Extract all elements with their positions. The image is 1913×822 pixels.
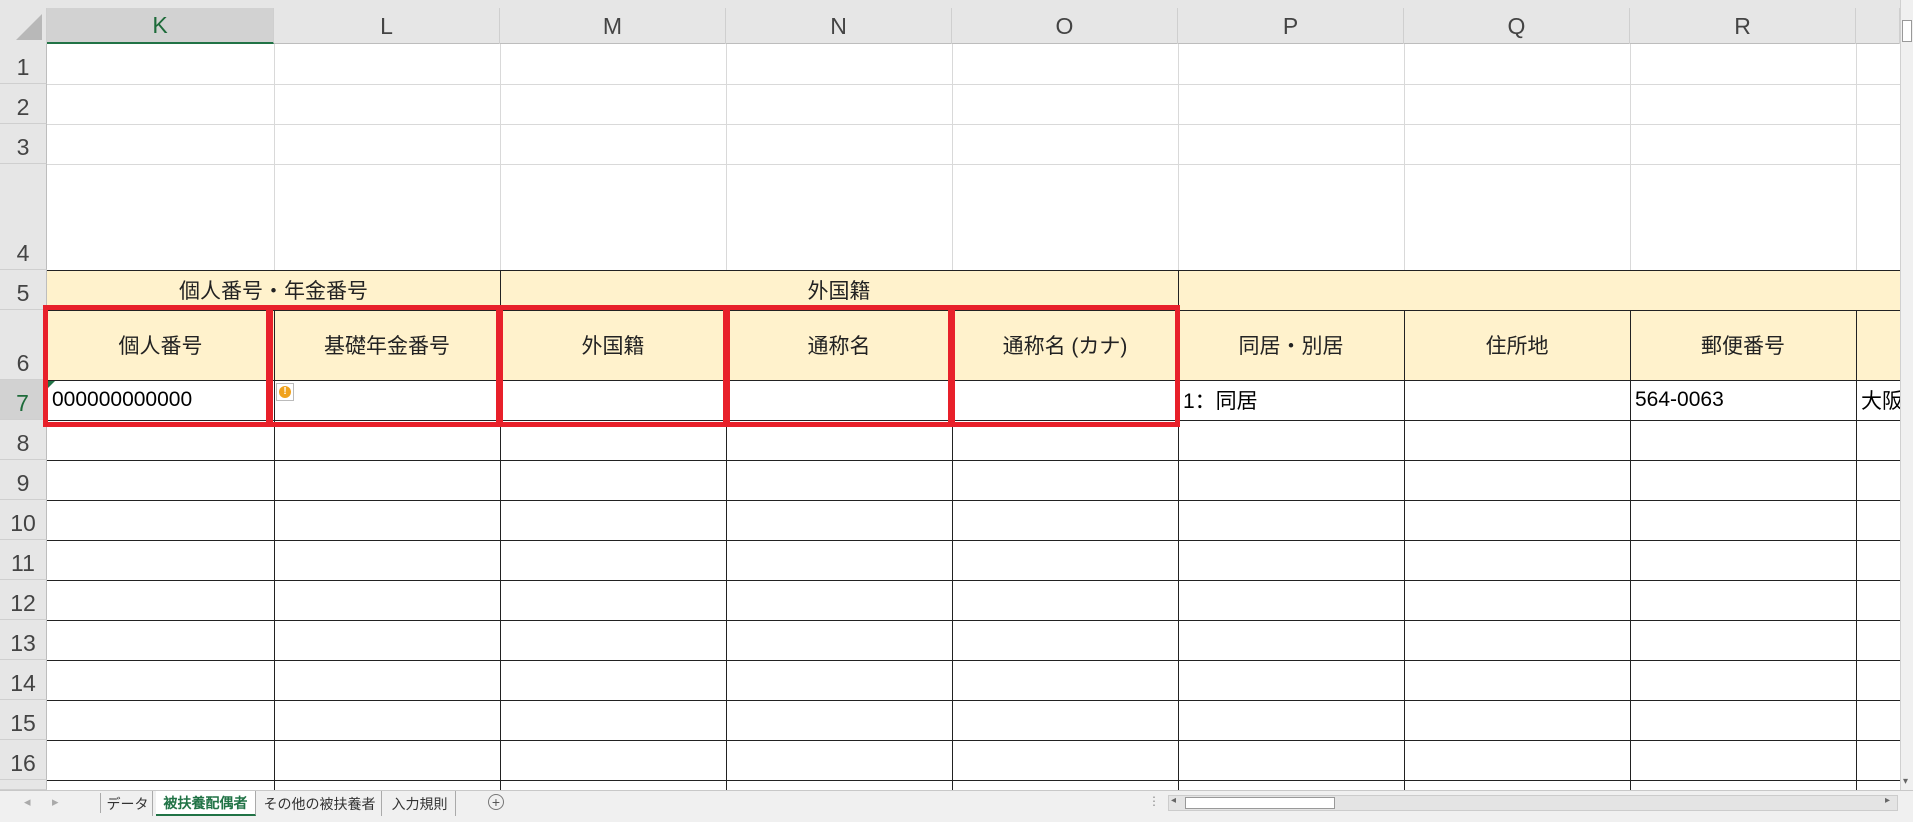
column-header-n[interactable]: N	[726, 8, 952, 44]
horizontal-scrollbar[interactable]: ◂ ▸	[1168, 795, 1898, 811]
row-header-17	[0, 780, 47, 790]
grid-line	[1856, 44, 1857, 270]
row-header-13[interactable]: 13	[0, 620, 47, 660]
grid-line	[726, 44, 727, 270]
column-header-r[interactable]: R	[1630, 8, 1856, 44]
highlight-box-l	[268, 305, 501, 427]
scroll-right-arrow-icon[interactable]: ▸	[1885, 795, 1890, 806]
grid-line	[47, 124, 1900, 125]
table-border	[47, 460, 1900, 461]
add-sheet-icon[interactable]: +	[488, 794, 504, 810]
sheet-tab-bar: ◂ ▸ データ 被扶養配偶者 その他の被扶養者 入力規則 + ⋮ ◂ ▸	[0, 790, 1913, 822]
vertical-scroll-thumb[interactable]	[1902, 20, 1912, 42]
header-address[interactable]: 住所地	[1404, 310, 1630, 380]
select-all-button[interactable]	[0, 8, 47, 44]
row-header-7[interactable]: 7	[0, 380, 47, 420]
column-header-m[interactable]: M	[500, 8, 726, 44]
column-header-q[interactable]: Q	[1404, 8, 1630, 44]
tab-data[interactable]: データ	[103, 791, 153, 816]
table-border	[47, 540, 1900, 541]
scroll-left-arrow-icon[interactable]: ◂	[1171, 795, 1176, 806]
select-all-triangle-icon	[16, 14, 42, 40]
column-header-p[interactable]: P	[1178, 8, 1404, 44]
grid-line	[1630, 44, 1631, 270]
highlight-box-o	[950, 305, 1180, 427]
row-header-3[interactable]: 3	[0, 124, 47, 164]
grid-line	[274, 44, 275, 270]
grid-line	[1404, 44, 1405, 270]
row-header-4[interactable]: 4	[0, 164, 47, 270]
table-border	[47, 580, 1900, 581]
table-border	[47, 500, 1900, 501]
row-header-2[interactable]: 2	[0, 84, 47, 124]
row-header-9[interactable]: 9	[0, 460, 47, 500]
table-border	[47, 700, 1900, 701]
highlight-box-m	[498, 305, 728, 427]
tab-split-handle-icon[interactable]: ⋮	[1148, 794, 1160, 808]
scroll-tabs-left-icon[interactable]: ◂	[24, 794, 31, 810]
cell-s7-prefecture[interactable]: 大阪	[1856, 380, 1900, 420]
grid-line	[47, 164, 1900, 165]
header-residence-group[interactable]	[1178, 270, 1900, 310]
table-border	[47, 780, 1900, 781]
tab-input-rules[interactable]: 入力規則	[384, 791, 456, 816]
highlight-box-k	[43, 305, 271, 427]
scroll-tabs-right-icon[interactable]: ▸	[52, 794, 59, 810]
tab-dependent-spouse[interactable]: 被扶養配偶者	[156, 791, 256, 816]
highlight-box-n	[725, 305, 953, 427]
header-cohabitation[interactable]: 同居・別居	[1178, 310, 1404, 380]
header-foreign-nationality-group[interactable]: 外国籍	[500, 270, 1178, 310]
cell-p7-cohabitation[interactable]: 1：同居	[1178, 380, 1404, 420]
row-header-6[interactable]: 6	[0, 310, 47, 380]
column-header-s[interactable]	[1856, 8, 1900, 44]
table-border	[47, 660, 1900, 661]
table-border	[47, 740, 1900, 741]
row-header-12[interactable]: 12	[0, 580, 47, 620]
row-header-11[interactable]: 11	[0, 540, 47, 580]
header-postal-code[interactable]: 郵便番号	[1630, 310, 1856, 380]
column-header-o[interactable]: O	[952, 8, 1178, 44]
cell-q7-address[interactable]	[1404, 380, 1630, 420]
row-header-14[interactable]: 14	[0, 660, 47, 700]
cell-r7-postal-code[interactable]: 564-0063	[1630, 380, 1856, 420]
grid-line	[1178, 44, 1179, 270]
header-personal-pension-number[interactable]: 個人番号・年金番号	[47, 270, 500, 310]
row-header-5[interactable]: 5	[0, 270, 47, 310]
row-header-15[interactable]: 15	[0, 700, 47, 740]
vertical-scrollbar[interactable]: ▾	[1900, 0, 1913, 790]
row-header-10[interactable]: 10	[0, 500, 47, 540]
column-header-l[interactable]: L	[274, 8, 500, 44]
grid-line	[47, 84, 1900, 85]
tab-separator	[100, 793, 101, 813]
tab-other-dependents[interactable]: その他の被扶養者	[258, 791, 382, 816]
column-header-k[interactable]: K	[47, 8, 274, 44]
grid-line	[952, 44, 953, 270]
horizontal-scroll-thumb[interactable]	[1185, 797, 1335, 809]
table-border	[47, 620, 1900, 621]
grid-line	[500, 44, 501, 270]
row-header-1[interactable]: 1	[0, 44, 47, 84]
scroll-down-arrow-icon[interactable]: ▾	[1903, 776, 1908, 787]
row-header-8[interactable]: 8	[0, 420, 47, 460]
row-header-16[interactable]: 16	[0, 740, 47, 780]
